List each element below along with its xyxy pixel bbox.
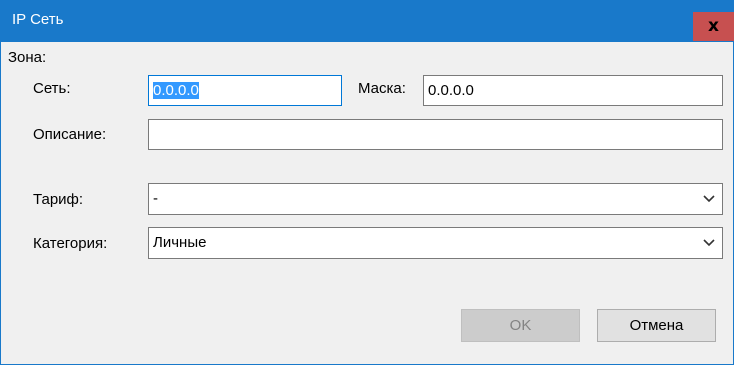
ok-button-label: OK [509,317,532,334]
network-label: Сеть: [33,80,71,97]
mask-input[interactable]: 0.0.0.0 [423,75,723,106]
cancel-button-label: Отмена [629,317,684,334]
tariff-select-value: - [153,190,158,207]
close-icon: x [708,16,719,36]
close-button[interactable]: x [693,12,734,41]
title-bar[interactable]: IP Сеть x [1,0,734,42]
mask-label: Маска: [358,80,406,97]
cancel-button[interactable]: Отмена [597,309,716,342]
tariff-select[interactable]: - [148,183,723,215]
window-title: IP Сеть [12,11,64,28]
chevron-down-icon[interactable] [703,184,715,214]
chevron-down-icon[interactable] [703,228,715,258]
category-label: Категория: [33,235,108,252]
mask-input-value: 0.0.0.0 [428,82,474,99]
network-input-value: 0.0.0.0 [153,82,199,99]
description-input[interactable] [148,119,723,150]
ok-button[interactable]: OK [461,309,580,342]
tariff-label: Тариф: [33,191,84,208]
description-label: Описание: [33,126,107,143]
ip-network-dialog: IP Сеть x Зона: Сеть: 0.0.0.0 Маска: 0.0… [0,0,734,365]
category-select-value: Личные [153,234,207,251]
category-select[interactable]: Личные [148,227,723,259]
zone-label: Зона: [8,49,47,66]
network-input[interactable]: 0.0.0.0 [148,75,342,106]
